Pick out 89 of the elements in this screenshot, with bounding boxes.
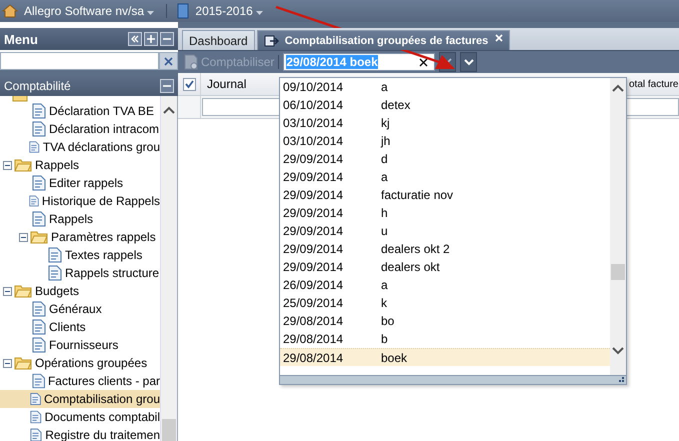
list-item[interactable]: 29/09/2014 h <box>280 204 610 222</box>
folder-icon <box>14 158 32 172</box>
caret-icon <box>147 11 154 15</box>
scroll-up-icon[interactable] <box>612 84 624 92</box>
document-icon <box>29 139 40 155</box>
document-icon <box>30 391 41 407</box>
list-item[interactable]: 25/09/2014 k <box>280 294 610 312</box>
close-icon <box>164 56 173 66</box>
collapse-all-icon[interactable] <box>160 32 174 46</box>
list-item[interactable]: 29/09/2014 dealers okt <box>280 258 610 276</box>
toggle-icon[interactable] <box>3 160 12 170</box>
book-icon <box>177 3 190 19</box>
document-icon <box>48 265 62 281</box>
document-icon <box>32 175 46 191</box>
list-item[interactable]: 29/08/2014 b <box>280 330 610 348</box>
scrollbar-thumb[interactable] <box>611 264 625 280</box>
document-icon <box>32 103 46 119</box>
home-icon <box>2 4 18 18</box>
tab[interactable]: Comptabilisation groupées de factures <box>256 30 510 50</box>
document-icon <box>32 319 46 335</box>
caret-icon <box>464 58 474 66</box>
list-item[interactable]: 09/10/2014 a <box>280 78 610 96</box>
list-item[interactable]: 29/09/2014 dealers okt 2 <box>280 240 610 258</box>
scrollbar[interactable] <box>610 78 626 375</box>
column-header[interactable]: otal facture <box>629 73 679 95</box>
document-icon <box>30 409 42 425</box>
tree-item[interactable]: Textes rappels <box>0 246 160 264</box>
collapse-icon[interactable] <box>128 32 142 46</box>
tree-item[interactable]: Documents comptabil <box>0 408 160 426</box>
tree-item[interactable]: Editer rappels <box>0 174 160 192</box>
close-icon[interactable] <box>495 34 504 42</box>
tree-item[interactable]: Généraux <box>0 300 160 318</box>
document-icon <box>32 121 46 137</box>
tree-item[interactable]: Historique de Rappels <box>0 192 160 210</box>
toggle-icon[interactable] <box>3 286 12 296</box>
checkbox[interactable] <box>182 78 196 90</box>
document-icon <box>30 427 42 441</box>
clear-icon[interactable] <box>419 58 428 66</box>
caret-icon <box>256 11 264 15</box>
list-item[interactable]: 29/09/2014 u <box>280 222 610 240</box>
tree-item[interactable]: Factures clients - par <box>0 372 160 390</box>
tree-item[interactable]: Comptabilisation grou <box>0 390 160 408</box>
company-menu[interactable]: Allegro Software nv/sa <box>22 4 156 18</box>
tree-item[interactable]: Paramètres rappels <box>0 228 160 246</box>
menu-search-field[interactable] <box>0 52 159 70</box>
list-item[interactable]: 29/09/2014 facturatie nov <box>280 186 610 204</box>
list-item[interactable]: 29/08/2014 boek <box>280 348 610 366</box>
tree-item[interactable]: Clients <box>0 318 160 336</box>
scrollbar-thumb[interactable] <box>162 419 176 441</box>
tree-item[interactable]: TVA déclarations grou <box>0 138 160 156</box>
tree-item[interactable]: Fournisseurs <box>0 336 160 354</box>
document-icon <box>32 337 46 353</box>
export-icon <box>264 34 280 46</box>
collapse-icon[interactable] <box>160 79 174 93</box>
document-icon <box>32 211 46 227</box>
tree-item[interactable]: Opérations groupées <box>0 354 160 372</box>
scroll-up-icon[interactable] <box>163 106 175 114</box>
list-item[interactable]: 29/08/2014 bo <box>280 312 610 330</box>
document-add-icon <box>184 54 198 70</box>
year-menu[interactable]: 2015-2016 <box>193 4 266 18</box>
list-item[interactable]: 29/09/2014 a <box>280 168 610 186</box>
tree-item[interactable]: Déclaration TVA BE <box>0 102 160 120</box>
dropdown-trigger-button[interactable] <box>460 52 478 72</box>
expand-all-icon[interactable] <box>144 32 158 46</box>
clear-button[interactable] <box>159 52 178 70</box>
list-item[interactable]: 06/10/2014 detex <box>280 96 610 114</box>
scroll-down-icon[interactable] <box>612 347 624 355</box>
document-icon <box>28 193 39 209</box>
list-item[interactable]: 03/10/2014 kj <box>280 114 610 132</box>
list-item[interactable]: 29/09/2014 d <box>280 150 610 168</box>
menu-title: Menu <box>4 32 38 46</box>
tree-item[interactable]: Rappels <box>0 210 160 228</box>
document-icon <box>32 301 46 317</box>
document-icon <box>48 247 62 263</box>
tree-item[interactable]: Rappels structure <box>0 264 160 282</box>
resize-grip-icon[interactable] <box>619 377 625 383</box>
tab[interactable]: Dashboard <box>182 30 255 50</box>
list-item[interactable]: 03/10/2014 jh <box>280 132 610 150</box>
toggle-icon[interactable] <box>3 358 12 368</box>
tree-item[interactable]: Rappels <box>0 156 160 174</box>
folder-icon <box>14 356 32 370</box>
toggle-icon[interactable] <box>19 232 28 242</box>
section-title: Comptabilité <box>4 79 71 93</box>
list-item[interactable]: 26/09/2014 a <box>280 276 610 294</box>
document-icon <box>32 373 45 389</box>
tree-item[interactable]: Déclaration intracom <box>0 120 160 138</box>
tree-item[interactable]: Budgets <box>0 282 160 300</box>
folder-icon <box>14 284 32 298</box>
folder-icon <box>30 230 48 244</box>
